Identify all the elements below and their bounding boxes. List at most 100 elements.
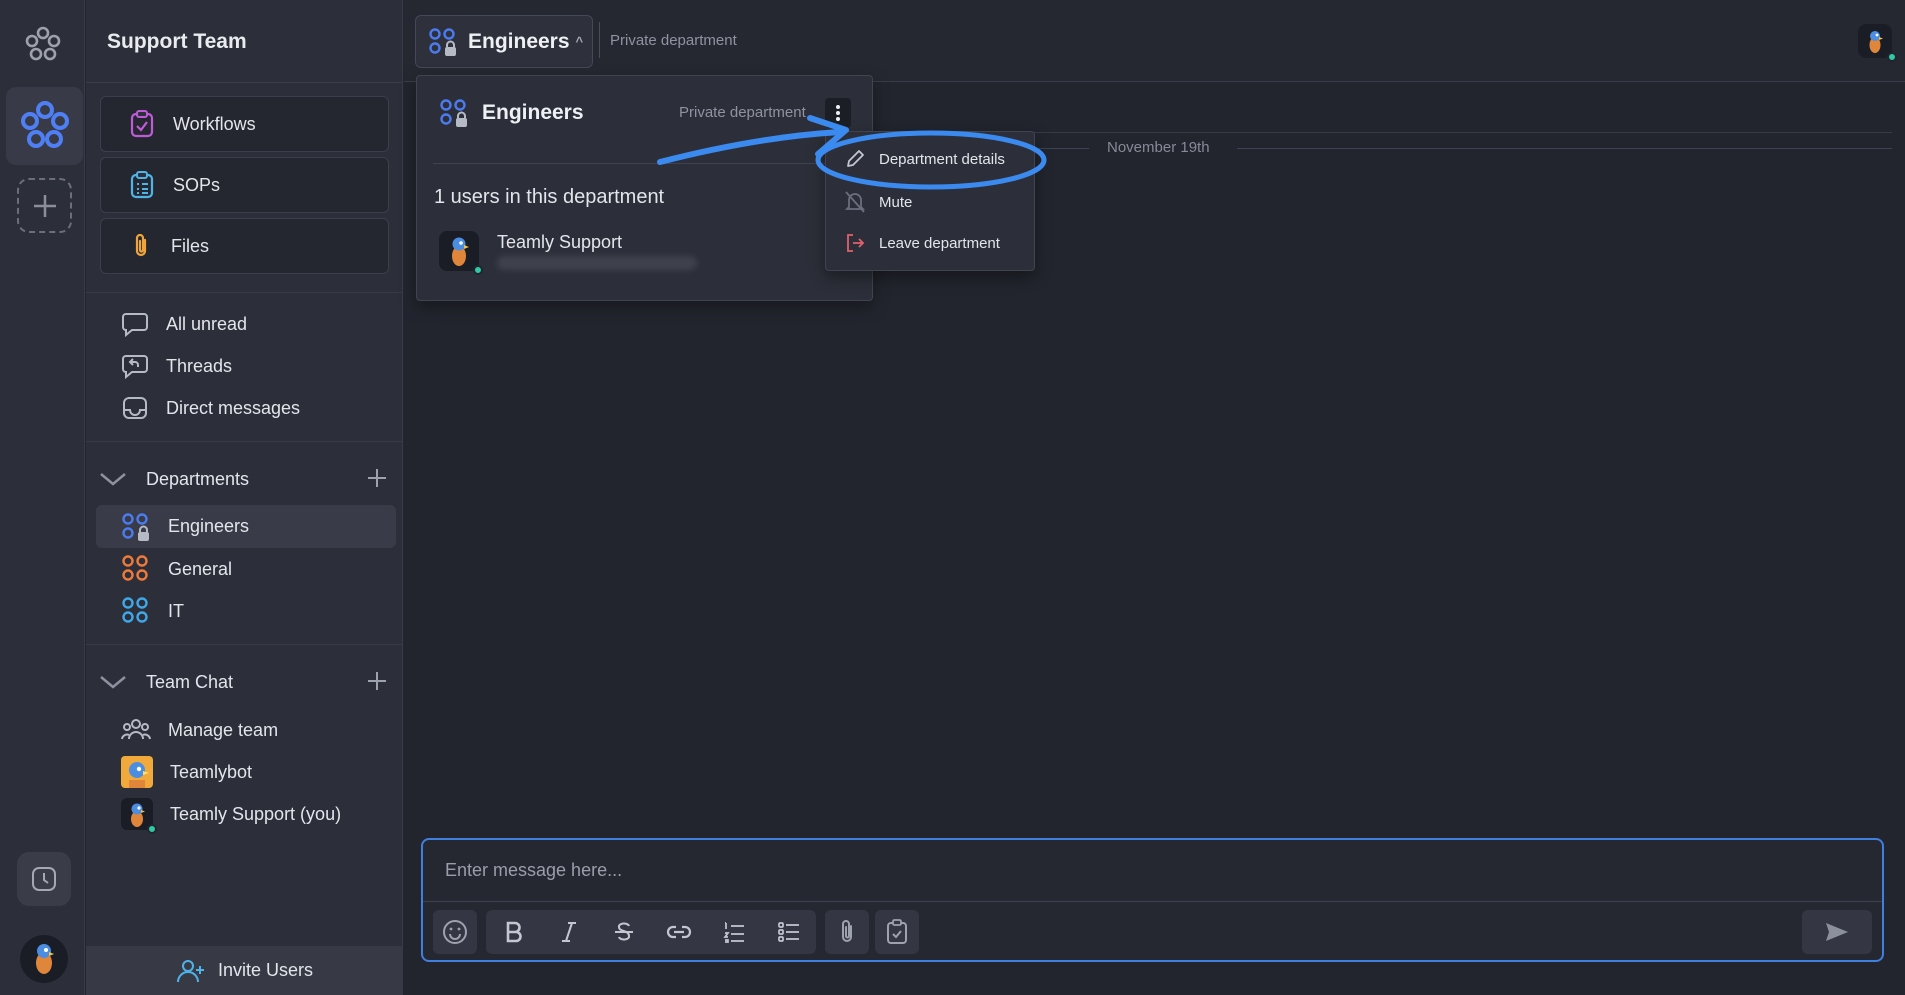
team-icon bbox=[121, 719, 151, 740]
plus-icon bbox=[33, 194, 56, 217]
team-chat-section-header[interactable]: Team Chat bbox=[96, 664, 396, 700]
attach-button[interactable] bbox=[825, 910, 869, 954]
member-avatar[interactable] bbox=[439, 231, 483, 275]
app-logo-icon bbox=[22, 24, 64, 66]
bullet-list-button[interactable] bbox=[761, 910, 816, 954]
logout-icon bbox=[847, 234, 865, 252]
italic-button[interactable] bbox=[541, 910, 596, 954]
bot-avatar bbox=[121, 756, 153, 788]
parrot-avatar-icon bbox=[36, 944, 54, 974]
date-divider: November 19th bbox=[1107, 139, 1210, 156]
user-avatar bbox=[121, 798, 157, 834]
divider bbox=[86, 292, 403, 293]
sops-button[interactable]: SOPs bbox=[100, 157, 389, 213]
attach-workflow-button[interactable] bbox=[875, 910, 919, 954]
sidebar: Support Team Workflows SOPs Files All un… bbox=[86, 0, 403, 995]
team-name: Support Team bbox=[107, 30, 247, 53]
online-status-dot bbox=[473, 265, 483, 275]
member-email-redacted bbox=[497, 256, 697, 270]
send-button[interactable] bbox=[1802, 910, 1872, 954]
private-department-icon bbox=[429, 27, 456, 56]
member-name[interactable]: Teamly Support bbox=[497, 232, 622, 253]
history-button[interactable] bbox=[17, 852, 71, 906]
nav-direct-messages[interactable]: Direct messages bbox=[96, 388, 396, 428]
team-chat-title: Team Chat bbox=[146, 671, 234, 692]
team-item-manage-team[interactable]: Manage team bbox=[96, 710, 396, 750]
strikethrough-button[interactable] bbox=[596, 910, 651, 954]
department-item-engineers[interactable]: Engineers bbox=[96, 505, 396, 548]
inbox-icon bbox=[123, 397, 147, 419]
add-department-icon[interactable] bbox=[366, 467, 388, 489]
bold-button[interactable] bbox=[486, 910, 541, 954]
emoji-group bbox=[433, 910, 477, 954]
divider bbox=[86, 441, 403, 442]
department-item-it[interactable]: IT bbox=[96, 591, 396, 631]
divider bbox=[1237, 148, 1892, 149]
message-composer bbox=[421, 838, 1884, 962]
paperclip-icon bbox=[842, 920, 852, 942]
workspace-button[interactable] bbox=[6, 87, 83, 165]
ordered-list-button[interactable] bbox=[706, 910, 761, 954]
menu-item-leave-department[interactable]: Leave department bbox=[844, 232, 1000, 254]
clock-icon bbox=[32, 867, 56, 891]
files-label: Files bbox=[171, 235, 210, 256]
threads-icon bbox=[122, 355, 148, 379]
divider bbox=[86, 82, 403, 83]
workspace-logo-icon bbox=[20, 101, 69, 148]
link-icon bbox=[666, 925, 691, 939]
workflows-label: Workflows bbox=[173, 113, 256, 134]
divider bbox=[86, 644, 403, 645]
team-item-teamly-support[interactable]: Teamly Support (you) bbox=[96, 794, 396, 834]
popover-title: Engineers bbox=[482, 101, 584, 124]
italic-icon bbox=[561, 922, 576, 942]
message-input[interactable] bbox=[423, 840, 1882, 901]
team-item-label: Teamlybot bbox=[170, 761, 253, 782]
clipboard-check-icon bbox=[130, 110, 154, 138]
sops-label: SOPs bbox=[173, 174, 221, 195]
chevron-down-icon bbox=[100, 676, 126, 689]
department-name: Engineers bbox=[468, 29, 570, 53]
department-selector[interactable]: Engineers ^ bbox=[415, 15, 593, 68]
team-item-teamlybot[interactable]: Teamlybot bbox=[96, 752, 396, 792]
files-button[interactable]: Files bbox=[100, 218, 389, 274]
header-user-avatar[interactable] bbox=[1858, 24, 1897, 62]
departments-section-header[interactable]: Departments bbox=[96, 461, 396, 497]
bold-icon bbox=[506, 921, 522, 943]
department-icon bbox=[122, 555, 148, 581]
strikethrough-icon bbox=[614, 922, 633, 941]
private-department-icon bbox=[122, 512, 149, 541]
chevron-down-icon bbox=[100, 473, 126, 486]
nav-label: All unread bbox=[166, 313, 248, 334]
department-icon bbox=[122, 597, 148, 623]
workspace-rail bbox=[0, 0, 85, 995]
link-button[interactable] bbox=[651, 910, 706, 954]
message-input-wrapper bbox=[423, 840, 1882, 902]
department-type: Private department bbox=[610, 32, 737, 49]
send-icon bbox=[1826, 923, 1848, 941]
clipboard-check-icon bbox=[887, 919, 907, 944]
workflows-button[interactable]: Workflows bbox=[100, 96, 389, 152]
add-workspace-button[interactable] bbox=[17, 178, 72, 233]
chat-bubble-icon bbox=[122, 313, 148, 337]
departments-title: Departments bbox=[146, 468, 250, 489]
ordered-list-icon bbox=[722, 922, 744, 943]
invite-users-label: Invite Users bbox=[217, 960, 314, 980]
nav-threads[interactable]: Threads bbox=[96, 346, 396, 386]
team-item-label: Manage team bbox=[168, 719, 279, 740]
department-label: General bbox=[168, 558, 233, 579]
department-item-general[interactable]: General bbox=[96, 549, 396, 589]
invite-users-button[interactable]: Invite Users bbox=[86, 946, 403, 995]
attach-group bbox=[825, 910, 869, 954]
user-count: 1 users in this department bbox=[434, 186, 665, 208]
formatting-toolbar bbox=[486, 910, 816, 954]
nav-label: Direct messages bbox=[166, 397, 301, 418]
profile-avatar[interactable] bbox=[20, 935, 68, 983]
emoji-icon bbox=[443, 920, 467, 944]
nav-all-unread[interactable]: All unread bbox=[96, 304, 396, 344]
online-status-dot bbox=[147, 824, 157, 834]
menu-item-label: Leave department bbox=[879, 234, 1000, 252]
emoji-button[interactable] bbox=[433, 910, 477, 954]
bullet-list-icon bbox=[777, 922, 799, 942]
highlight-annotation bbox=[657, 115, 1047, 190]
add-chat-icon[interactable] bbox=[366, 670, 388, 692]
